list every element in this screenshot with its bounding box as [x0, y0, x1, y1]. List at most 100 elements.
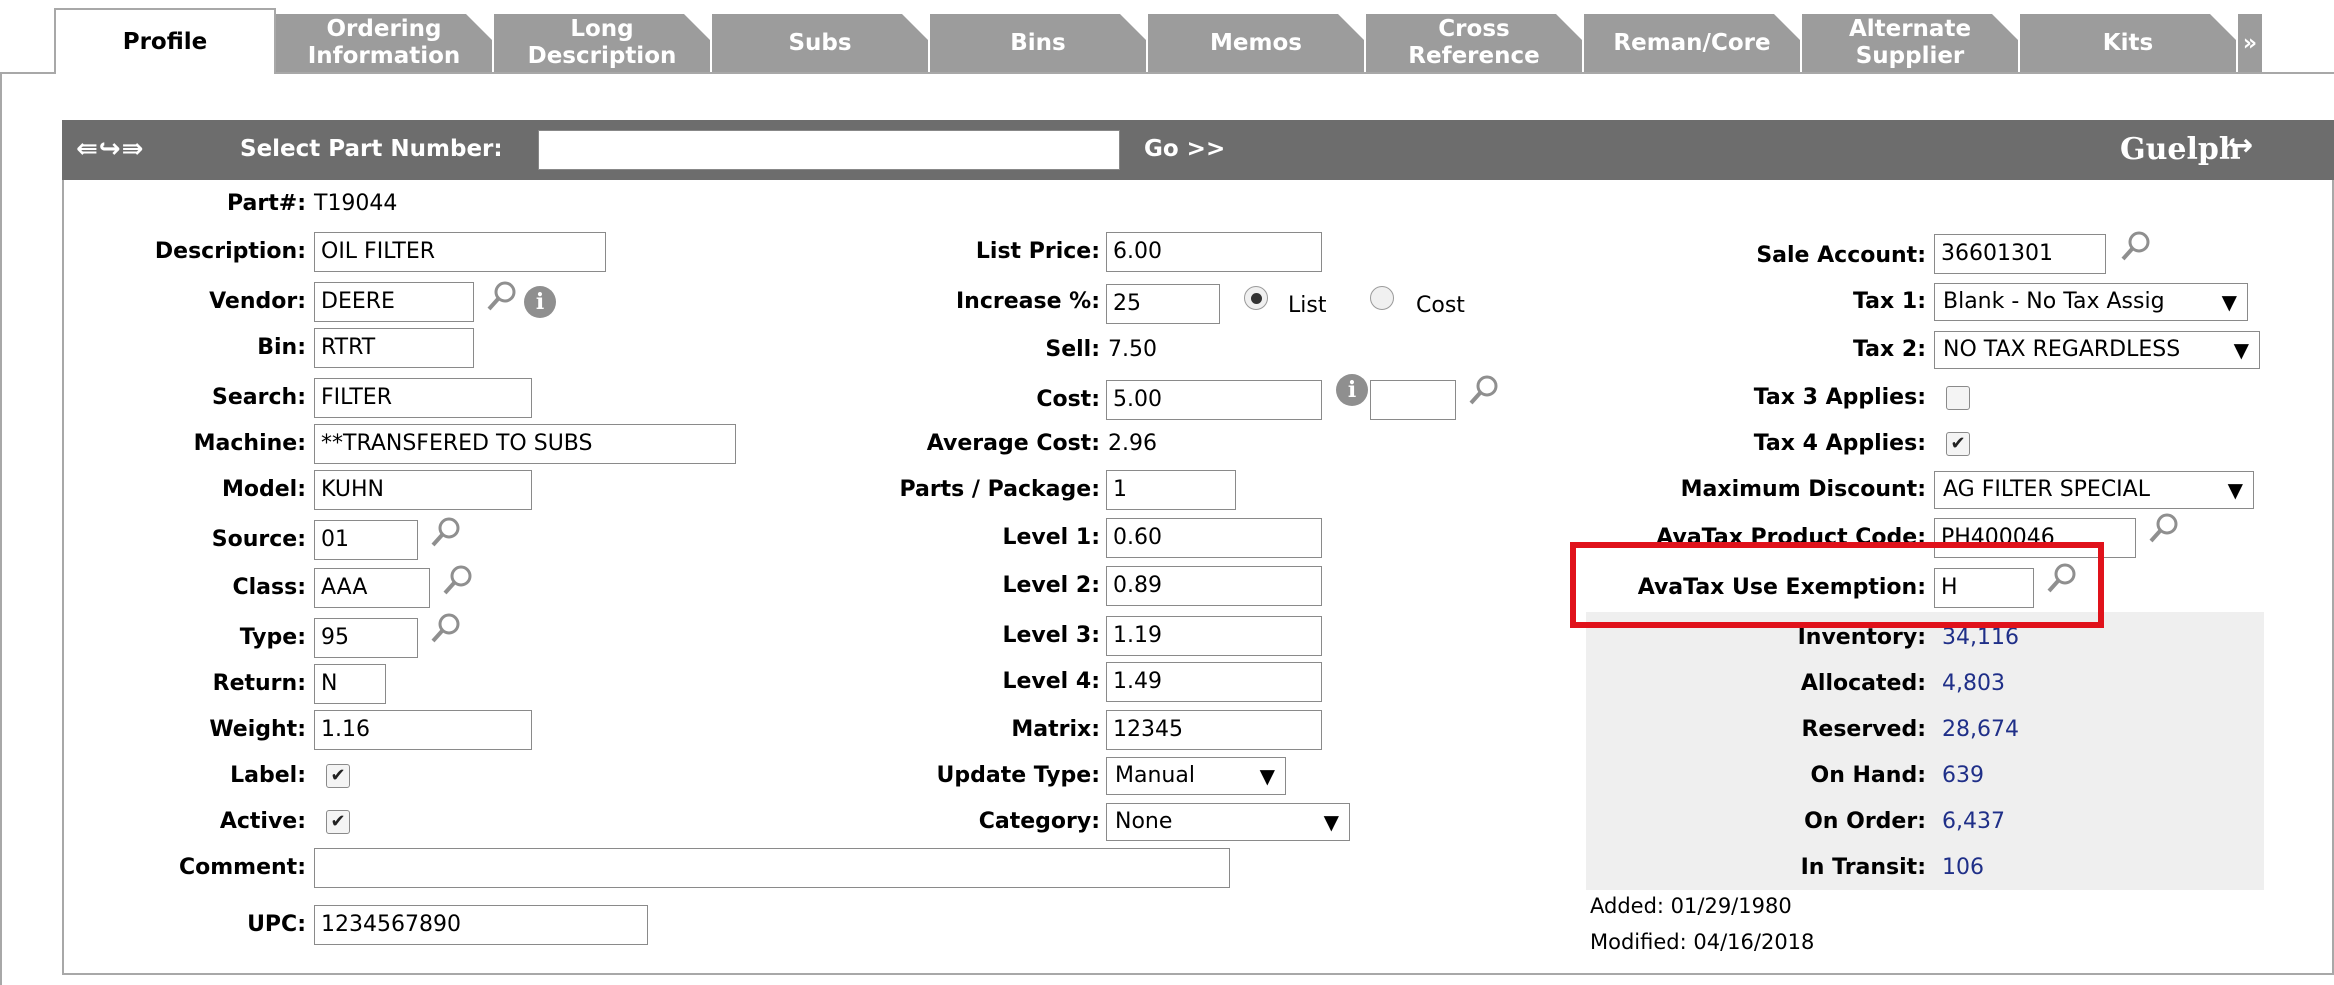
label-flag-label: Label: — [230, 763, 306, 788]
tab-label: Cross Reference — [1408, 16, 1540, 69]
cost-info-icon[interactable]: i — [1336, 374, 1368, 406]
avatax-use-exemption-search-icon[interactable] — [2044, 560, 2080, 596]
type-input[interactable]: 95 — [314, 618, 418, 658]
tab-label: Kits — [2102, 29, 2154, 56]
label-checkbox[interactable]: ✔ — [326, 764, 350, 788]
weight-input[interactable]: 1.16 — [314, 710, 532, 750]
go-button[interactable]: Go >> — [1144, 136, 1225, 162]
source-input[interactable]: 01 — [314, 520, 418, 560]
level1-input[interactable]: 0.60 — [1106, 518, 1322, 558]
chevron-down-icon: ▼ — [2221, 290, 2237, 314]
tab-ordering-information[interactable]: Ordering Information — [276, 14, 494, 72]
active-checkbox[interactable]: ✔ — [326, 810, 350, 834]
chevron-down-icon: ▼ — [1323, 810, 1339, 834]
radio-cost-label: Cost — [1416, 293, 1465, 318]
tab-profile[interactable]: Profile — [54, 8, 276, 74]
tab-cross-reference[interactable]: Cross Reference — [1366, 14, 1584, 72]
tax1-label: Tax 1: — [1853, 289, 1926, 314]
avatax-product-code-search-icon[interactable] — [2146, 510, 2182, 546]
category-select[interactable]: None ▼ — [1106, 803, 1350, 841]
tax4-checkbox[interactable]: ✔ — [1946, 432, 1970, 456]
radio-cost[interactable] — [1370, 286, 1394, 310]
source-search-icon[interactable] — [428, 514, 464, 550]
parts-package-input[interactable]: 1 — [1106, 470, 1236, 510]
level3-input[interactable]: 1.19 — [1106, 616, 1322, 656]
in-transit-value: 106 — [1942, 855, 1984, 880]
search-input[interactable]: FILTER — [314, 378, 532, 418]
cost-extra-input[interactable] — [1370, 380, 1456, 420]
tab-label: Memos — [1210, 29, 1302, 56]
sell-label: Sell: — [1045, 337, 1100, 362]
type-search-icon[interactable] — [428, 610, 464, 646]
upc-input[interactable]: 1234567890 — [314, 905, 648, 945]
avatax-use-exemption-input[interactable]: H — [1934, 568, 2034, 608]
select-part-input[interactable] — [538, 130, 1120, 170]
tab-bar: Profile Ordering Information Long Descript… — [54, 0, 2334, 74]
level1-label: Level 1: — [1002, 525, 1100, 550]
radio-list[interactable] — [1244, 286, 1268, 310]
tab-label: Bins — [1010, 29, 1066, 56]
sale-account-search-icon[interactable] — [2118, 228, 2154, 264]
tab-subs[interactable]: Subs — [712, 14, 930, 72]
increase-input[interactable]: 25 — [1106, 284, 1220, 324]
tab-long-description[interactable]: Long Description — [494, 14, 712, 72]
maximum-discount-select[interactable]: AG FILTER SPECIAL ▼ — [1934, 471, 2254, 509]
level3-label: Level 3: — [1002, 623, 1100, 648]
avatax-use-exemption-label: AvaTax Use Exemption: — [1637, 575, 1926, 600]
on-order-label: On Order: — [1804, 809, 1926, 834]
branch-switch-icon[interactable]: ↪ — [2228, 128, 2253, 163]
matrix-input[interactable]: 12345 — [1106, 710, 1322, 750]
tab-bins[interactable]: Bins — [930, 14, 1148, 72]
vendor-info-icon[interactable]: i — [524, 286, 556, 318]
maximum-discount-label: Maximum Discount: — [1680, 477, 1926, 502]
comment-input[interactable] — [314, 848, 1230, 888]
on-hand-value: 639 — [1942, 763, 1984, 788]
in-transit-label: In Transit: — [1800, 855, 1926, 880]
level2-input[interactable]: 0.89 — [1106, 566, 1322, 606]
tax1-select[interactable]: Blank - No Tax Assig ▼ — [1934, 283, 2248, 321]
category-value: None — [1115, 809, 1173, 834]
allocated-label: Allocated: — [1800, 671, 1926, 696]
class-search-icon[interactable] — [440, 562, 476, 598]
active-label: Active: — [219, 809, 306, 834]
tab-memos[interactable]: Memos — [1148, 14, 1366, 72]
vendor-search-icon[interactable] — [484, 278, 520, 314]
part-number-value: T19044 — [314, 191, 398, 216]
sale-account-label: Sale Account: — [1756, 243, 1926, 268]
part-number-label: Part#: — [227, 191, 306, 216]
tax2-value: NO TAX REGARDLESS — [1943, 337, 2181, 362]
matrix-label: Matrix: — [1011, 717, 1100, 742]
vendor-label: Vendor: — [209, 289, 306, 314]
tab-more-button[interactable]: » — [2238, 14, 2264, 72]
cost-input[interactable]: 5.00 — [1106, 380, 1322, 420]
sale-account-input[interactable]: 36601301 — [1934, 234, 2106, 274]
class-input[interactable]: AAA — [314, 568, 430, 608]
level4-input[interactable]: 1.49 — [1106, 662, 1322, 702]
model-input[interactable]: KUHN — [314, 470, 532, 510]
tab-label: Subs — [788, 29, 852, 56]
update-type-select[interactable]: Manual ▼ — [1106, 757, 1286, 795]
tab-reman-core[interactable]: Reman/Core — [1584, 14, 1802, 72]
cost-search-icon[interactable] — [1466, 372, 1502, 408]
vendor-input[interactable]: DEERE — [314, 282, 474, 322]
description-label: Description: — [154, 239, 306, 264]
tab-label: Profile — [122, 28, 208, 55]
description-input[interactable]: OIL FILTER — [314, 232, 606, 272]
tab-fold — [466, 14, 492, 40]
list-price-input[interactable]: 6.00 — [1106, 232, 1322, 272]
chevron-down-icon: ▼ — [2227, 478, 2243, 502]
tab-alternate-supplier[interactable]: Alternate Supplier — [1802, 14, 2020, 72]
weight-label: Weight: — [209, 717, 306, 742]
tab-fold — [1338, 14, 1364, 40]
bin-input[interactable]: RTRT — [314, 328, 474, 368]
tab-kits[interactable]: Kits — [2020, 14, 2238, 72]
tax2-select[interactable]: NO TAX REGARDLESS ▼ — [1934, 331, 2260, 369]
return-input[interactable]: N — [314, 664, 386, 704]
chevron-down-icon: ▼ — [1259, 764, 1275, 788]
tab-fold — [1556, 14, 1582, 40]
tax3-checkbox[interactable] — [1946, 386, 1970, 410]
machine-input[interactable]: **TRANSFERED TO SUBS — [314, 424, 736, 464]
nav-arrows-icon[interactable]: ⇚↪⇛ — [76, 134, 144, 164]
comment-label: Comment: — [178, 855, 306, 880]
parts-package-label: Parts / Package: — [899, 477, 1100, 502]
